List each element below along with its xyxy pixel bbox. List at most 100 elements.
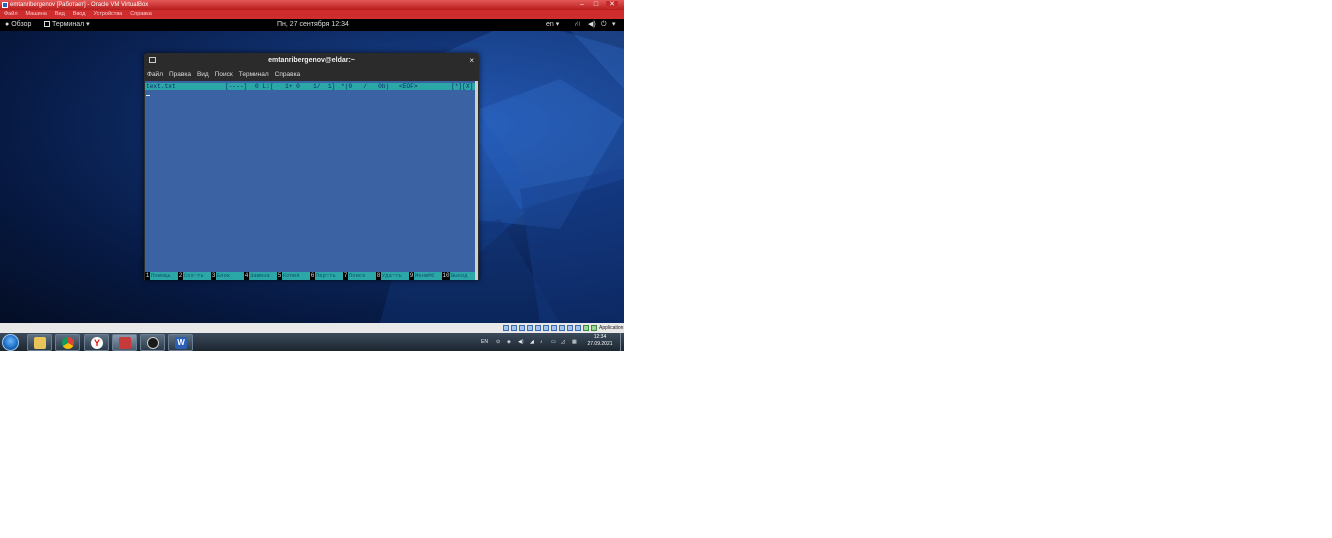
vbox-menu-file[interactable]: Файл (0, 10, 22, 19)
fkey-label: Замена (249, 272, 277, 280)
input-language[interactable]: EN (481, 333, 488, 351)
system-clock[interactable]: 12:34 27.09.2021 (584, 334, 616, 348)
network-icon[interactable] (527, 325, 533, 331)
signal-tray-icon[interactable]: ◿ (561, 333, 565, 351)
terminal-menu-help[interactable]: Справка (272, 68, 304, 81)
terminal-menu-edit[interactable]: Правка (166, 68, 194, 81)
terminal-menu-terminal[interactable]: Терминал (236, 68, 272, 81)
taskbar-explorer[interactable] (27, 334, 52, 351)
text-cursor (146, 95, 150, 96)
chevron-down-icon: ▾ (555, 21, 560, 28)
app-menu-button[interactable]: Терминал ▾ (44, 19, 90, 31)
fkey-exit[interactable]: 10 Выход (442, 272, 476, 280)
fkey-label: Сох~ть (183, 272, 211, 280)
editor-position: 1/ 1] (313, 83, 336, 90)
clock-app-icon (147, 337, 159, 349)
close-icon[interactable]: × (469, 53, 474, 68)
screen: emtanribergenov [Работает] - Oracle VM V… (0, 0, 624, 351)
mcedit-editor[interactable]: text.txt [----] 0 L:[ 1+ 0 1/ 1] *(0 / 0… (145, 81, 476, 280)
volume-tray-icon[interactable]: ◀) (518, 333, 524, 351)
host-key-icon[interactable] (583, 325, 589, 331)
editor-status-line: text.txt [----] 0 L:[ 1+ 0 1/ 1] *(0 / 0… (145, 83, 476, 90)
minimize-button[interactable]: – (576, 1, 588, 9)
virtualbox-icon (119, 337, 131, 349)
editor-mode: [----] (225, 83, 248, 90)
fkey-copy[interactable]: 5 Копия (277, 272, 310, 280)
taskbar-chrome[interactable] (55, 334, 80, 351)
speaker-tray-icon[interactable]: ♪ (540, 333, 543, 351)
optical-drive-icon[interactable] (511, 325, 517, 331)
activities-label: Обзор (11, 21, 32, 28)
maximize-button[interactable]: □ (590, 1, 602, 9)
language-switcher[interactable]: en ▾ (546, 19, 559, 31)
taskbar-word[interactable]: W (168, 334, 193, 351)
chevron-down-icon[interactable]: ▾ (612, 19, 616, 31)
show-desktop-button[interactable] (620, 333, 624, 351)
fkey-delete[interactable]: 8 Уда~ть (376, 272, 409, 280)
vbox-menu-view[interactable]: Вид (51, 10, 69, 19)
chrome-icon (62, 337, 74, 349)
editor-line: 1+ 0 (285, 83, 300, 90)
guest-desktop: ● Обзор Терминал ▾ Пн, 27 сентября 12:34… (0, 19, 624, 323)
display-tray-icon[interactable]: ▭ (551, 333, 556, 351)
terminal-window: emtanribergenov@eldar:~ × Файл Правка Ви… (144, 53, 479, 280)
fkey-replace[interactable]: 4 Замена (244, 272, 277, 280)
close-button[interactable]: ✕ (606, 1, 618, 9)
taskbar-clock-app[interactable] (140, 334, 165, 351)
network-tray-icon[interactable]: ▦ (572, 333, 577, 351)
fkey-move[interactable]: 6 Пер~ть (310, 272, 343, 280)
volume-icon[interactable]: ◀) (588, 19, 596, 31)
vbox-menu-devices[interactable]: Устройства (89, 10, 126, 19)
taskbar-virtualbox[interactable] (112, 334, 137, 351)
vbox-title-bar[interactable]: emtanribergenov [Работает] - Oracle VM V… (0, 0, 624, 10)
terminal-scrollbar[interactable] (475, 81, 478, 280)
usb-icon[interactable] (535, 325, 541, 331)
cpu-icon[interactable] (567, 325, 573, 331)
recording-icon[interactable] (559, 325, 565, 331)
fkey-block[interactable]: 3 Блок (211, 272, 244, 280)
fkey-label: Поиск (348, 272, 376, 280)
fkey-search[interactable]: 7 Поиск (343, 272, 376, 280)
display-icon[interactable] (551, 325, 557, 331)
gnome-top-bar: ● Обзор Терминал ▾ Пн, 27 сентября 12:34… (0, 19, 624, 31)
fkey-help[interactable]: 1 Помощь (145, 272, 178, 280)
antivirus-tray-icon[interactable]: ◢ (530, 333, 534, 351)
fkey-save[interactable]: 2 Сох~ть (178, 272, 211, 280)
security-tray-icon[interactable]: ◈ (507, 333, 511, 351)
terminal-menu-file[interactable]: Файл (144, 68, 166, 81)
language-label: en (546, 21, 554, 28)
power-icon[interactable]: ⏻ (601, 19, 607, 31)
word-icon: W (175, 337, 187, 349)
terminal-titlebar[interactable]: emtanribergenov@eldar:~ × (144, 53, 479, 68)
audio-icon[interactable] (519, 325, 525, 331)
terminal-menu-view[interactable]: Вид (194, 68, 212, 81)
host-key-label: Application (599, 325, 624, 331)
terminal-menu-search[interactable]: Поиск (212, 68, 236, 81)
fkey-label: Пер~ть (315, 272, 343, 280)
terminal-title: emtanribergenov@eldar:~ (268, 57, 355, 64)
shared-folder-icon[interactable] (543, 325, 549, 331)
help-tray-icon[interactable]: ⊙ (496, 333, 500, 351)
datetime[interactable]: Пн, 27 сентября 12:34 (277, 19, 349, 31)
taskbar-yandex-browser[interactable]: Y (84, 334, 109, 351)
fkey-label: Помощь (150, 272, 178, 280)
vbox-menu-help[interactable]: Справка (126, 10, 156, 19)
vbox-menu-input[interactable]: Ввод (69, 10, 90, 19)
terminal-icon (44, 21, 50, 27)
fkey-label: Уда~ть (381, 272, 409, 280)
mouse-integration-icon[interactable] (575, 325, 581, 331)
yandex-browser-icon: Y (91, 337, 103, 349)
vbox-menu-bar: Файл Машина Вид Ввод Устройства Справка (0, 10, 624, 19)
activities-button[interactable]: ● Обзор (5, 19, 31, 31)
vbox-menu-machine[interactable]: Машина (22, 10, 51, 19)
terminal-menu-bar: Файл Правка Вид Поиск Терминал Справка (144, 68, 479, 81)
virtualbox-icon (2, 2, 8, 8)
hdd-icon[interactable] (503, 325, 509, 331)
windows-taskbar: Y W EN ⊙ ◈ ◀) ◢ ♪ ▭ ◿ ▦ 12:34 27.09.2021 (0, 333, 624, 351)
function-key-bar: 1 Помощь 2 Сох~ть 3 Блок 4 Замена 5 Копия 6 Пе… (145, 272, 476, 280)
terminal-menu-icon[interactable] (149, 57, 156, 63)
network-icon[interactable]: ⛙ (575, 19, 580, 31)
fkey-menu[interactable]: 9 МенюМС (409, 272, 442, 280)
app-menu-label: Терминал (51, 21, 85, 28)
start-button[interactable] (2, 334, 19, 351)
